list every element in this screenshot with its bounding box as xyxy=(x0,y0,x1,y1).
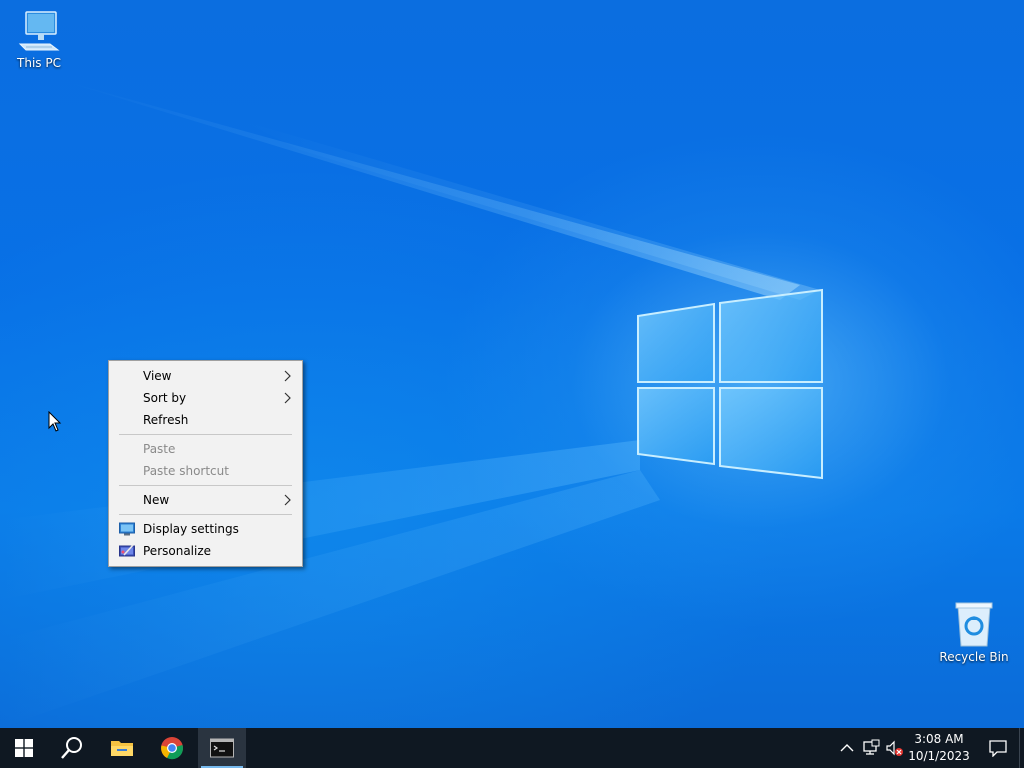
personalize-icon xyxy=(119,544,135,557)
show-desktop-button[interactable] xyxy=(1019,728,1024,768)
clock-date: 10/1/2023 xyxy=(908,749,970,763)
mouse-cursor-icon xyxy=(48,411,62,432)
menu-item-sort-by[interactable]: Sort by xyxy=(109,387,302,409)
menu-item-label: Sort by xyxy=(143,391,187,405)
desktop-icon-label: This PC xyxy=(17,56,61,70)
display-settings-icon xyxy=(119,522,135,536)
desktop-icon-recycle-bin[interactable]: Recycle Bin xyxy=(936,600,1012,664)
network-icon[interactable] xyxy=(862,739,880,757)
windows-start-icon xyxy=(15,739,33,757)
computer-icon xyxy=(18,11,60,51)
chevron-up-icon[interactable] xyxy=(838,739,856,757)
menu-item-label: Refresh xyxy=(143,413,189,427)
menu-item-new[interactable]: New xyxy=(109,489,302,511)
menu-separator xyxy=(119,514,292,515)
clock-time: 3:08 AM xyxy=(914,732,964,746)
start-button[interactable] xyxy=(0,728,48,768)
desktop-context-menu: View Sort by Refresh Paste Paste shortcu… xyxy=(108,360,303,567)
notification-center-button[interactable] xyxy=(978,728,1018,768)
clock[interactable]: 3:08 AM 10/1/2023 xyxy=(904,731,974,765)
terminal-icon xyxy=(210,738,234,758)
menu-item-label: View xyxy=(143,369,172,383)
menu-item-paste-shortcut[interactable]: Paste shortcut xyxy=(109,460,302,482)
menu-item-paste[interactable]: Paste xyxy=(109,438,302,460)
menu-item-label: Display settings xyxy=(143,522,239,536)
chevron-right-icon xyxy=(284,494,291,506)
search-button[interactable] xyxy=(48,728,96,768)
menu-item-label: Personalize xyxy=(143,544,212,558)
desktop-icon-this-pc[interactable]: This PC xyxy=(1,8,77,70)
chrome-icon xyxy=(161,737,183,760)
command-prompt-button[interactable] xyxy=(198,728,246,768)
recycle-bin-icon xyxy=(955,602,993,647)
menu-separator xyxy=(119,434,292,435)
notification-icon xyxy=(989,740,1007,757)
menu-item-label: Paste shortcut xyxy=(143,464,229,478)
menu-item-label: Paste xyxy=(143,442,176,456)
windows-logo-wallpaper xyxy=(637,288,823,480)
menu-item-refresh[interactable]: Refresh xyxy=(109,409,302,431)
folder-icon xyxy=(111,741,133,756)
chevron-right-icon xyxy=(284,392,291,404)
menu-item-personalize[interactable]: Personalize xyxy=(109,540,302,562)
menu-separator xyxy=(119,485,292,486)
taskbar: 3:08 AM 10/1/2023 xyxy=(0,728,1024,768)
chrome-button[interactable] xyxy=(148,728,196,768)
file-explorer-button[interactable] xyxy=(98,728,146,768)
volume-muted-icon[interactable] xyxy=(886,739,904,757)
menu-item-label: New xyxy=(143,493,170,507)
desktop-icon-label: Recycle Bin xyxy=(939,650,1009,664)
menu-item-display-settings[interactable]: Display settings xyxy=(109,518,302,540)
chevron-right-icon xyxy=(284,370,291,382)
search-icon xyxy=(61,737,82,759)
menu-item-view[interactable]: View xyxy=(109,365,302,387)
